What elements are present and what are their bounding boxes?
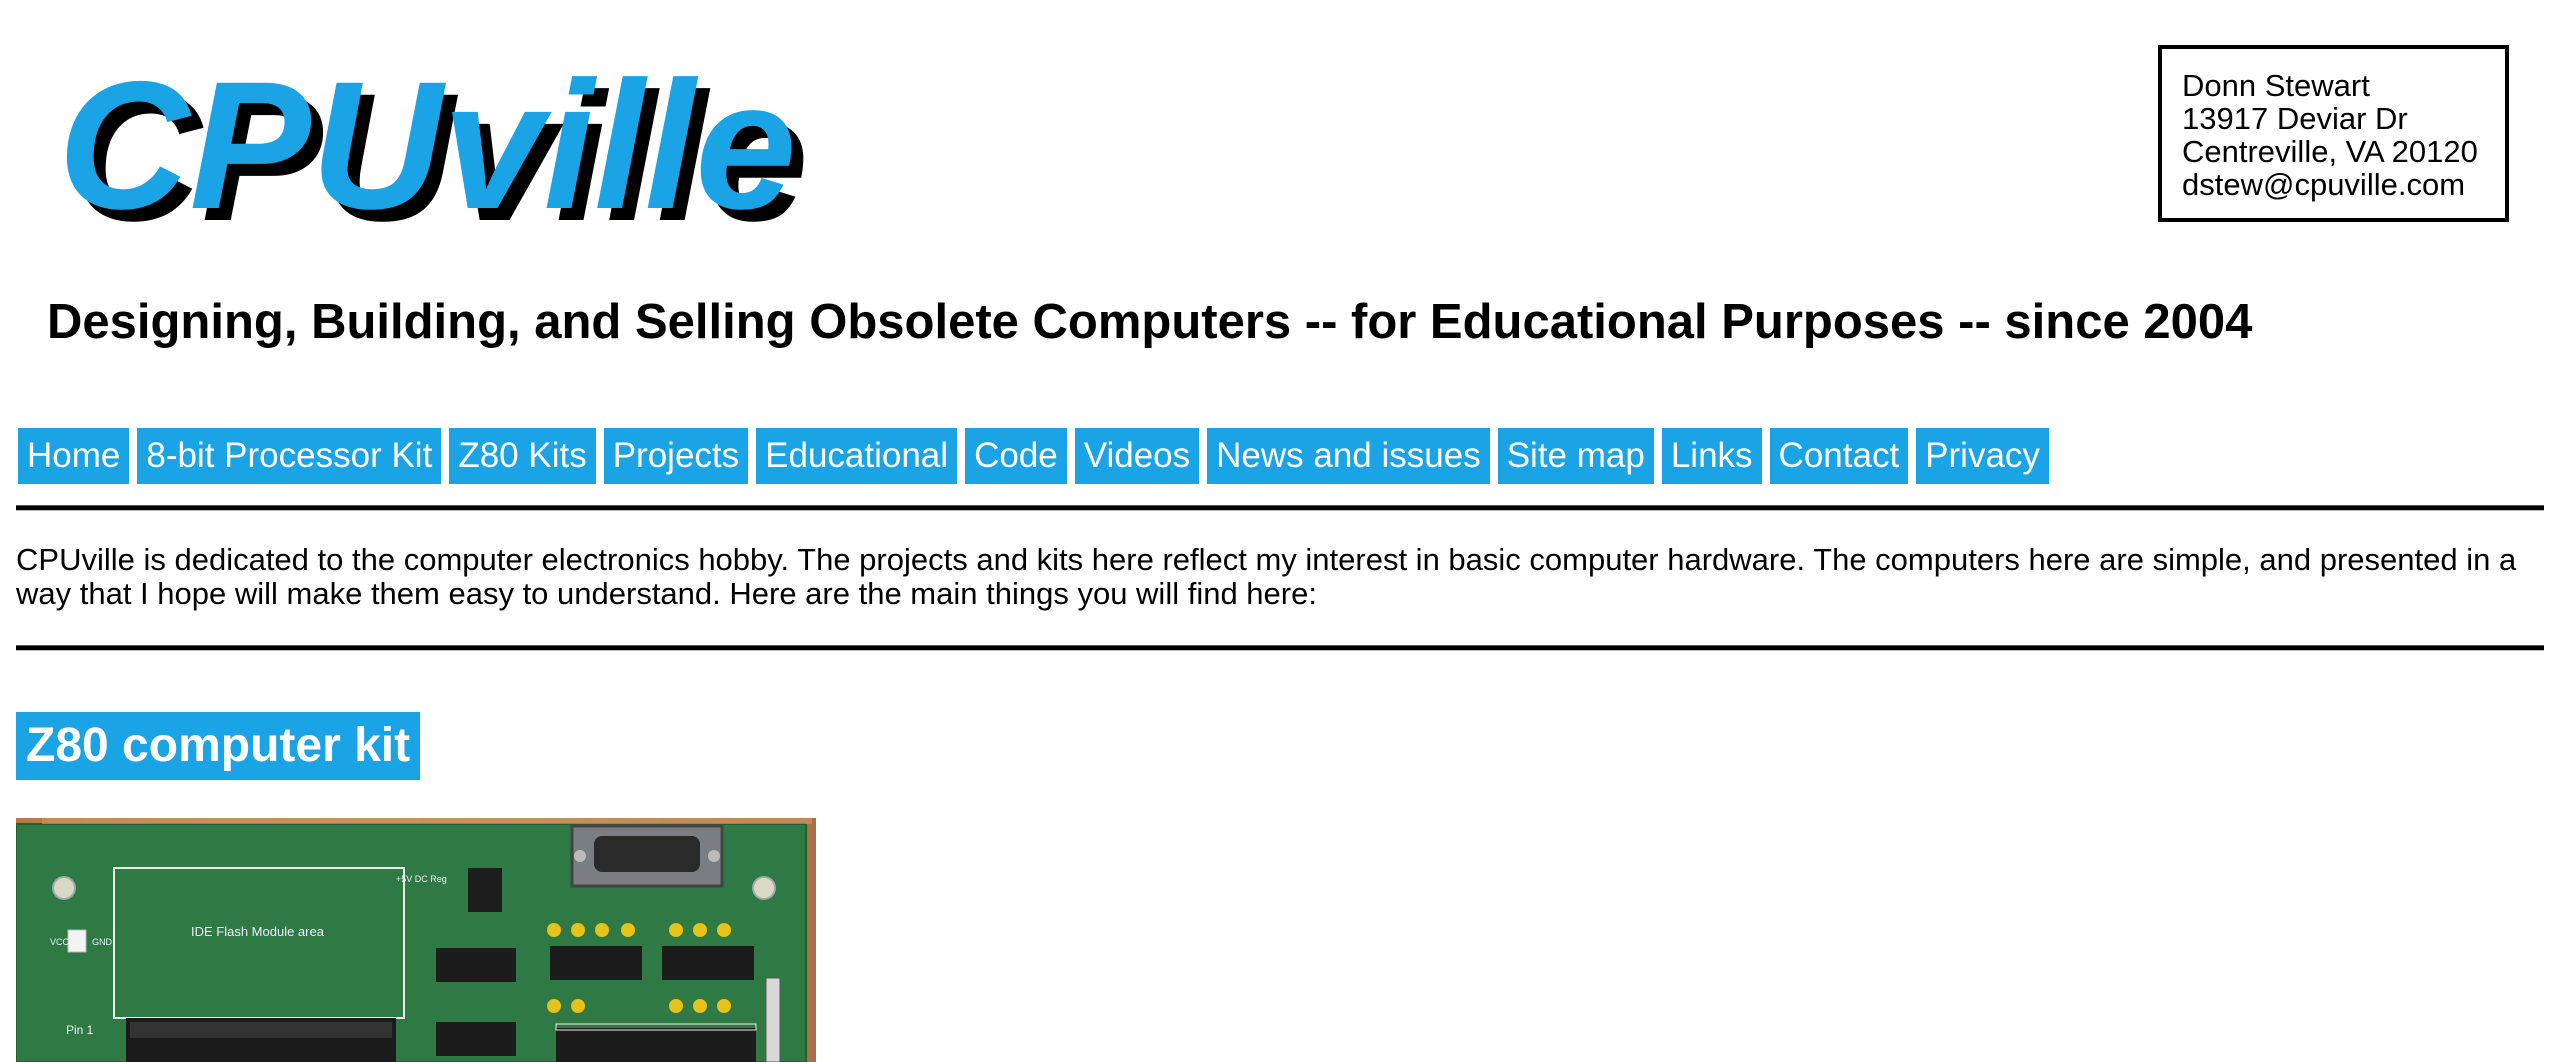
nav-educational[interactable]: Educational [756, 428, 958, 484]
page: CPUville CPUville Donn Stewart 13917 Dev… [0, 0, 2560, 1062]
nav-links[interactable]: Links [1661, 428, 1762, 484]
section-heading-z80-kit: Z80 computer kit [16, 712, 421, 780]
address-box: Donn Stewart 13917 Deviar Dr Centreville… [2158, 45, 2509, 222]
site-tagline: Designing, Building, and Selling Obsolet… [47, 295, 2253, 349]
address-street: 13917 Deviar Dr [2182, 101, 2408, 136]
nav-contact[interactable]: Contact [1769, 428, 1909, 484]
nav-videos[interactable]: Videos [1074, 428, 1200, 484]
intro-paragraph: CPUville is dedicated to the computer el… [16, 542, 2517, 611]
nav-news-and-issues[interactable]: News and issues [1207, 428, 1490, 484]
vcc-label: VCC [50, 937, 70, 947]
horizontal-rule-bottom [16, 645, 2544, 651]
pin1-label: Pin 1 [66, 1023, 94, 1037]
cpuville-logo[interactable]: CPUville CPUville [58, 62, 818, 242]
main-nav: Home 8-bit Processor Kit Z80 Kits Projec… [18, 428, 2049, 484]
nav-8bit-processor-kit[interactable]: 8-bit Processor Kit [137, 428, 442, 484]
address-city: Centreville, VA 20120 [2182, 134, 2478, 169]
nav-home[interactable]: Home [18, 428, 130, 484]
gnd-label: GND [92, 937, 113, 947]
nav-code[interactable]: Code [965, 428, 1067, 484]
dc-reg-label: +5V DC Reg [396, 874, 447, 884]
horizontal-rule-top [16, 505, 2544, 511]
nav-privacy[interactable]: Privacy [1916, 428, 2049, 484]
address-name: Donn Stewart [2182, 68, 2370, 103]
z80-board-photo[interactable]: IDE Flash Module area VCC GND Pin 1 +5V … [16, 818, 816, 1062]
nav-z80-kits[interactable]: Z80 Kits [449, 428, 596, 484]
ide-area-label: IDE Flash Module area [191, 924, 325, 939]
address-email[interactable]: dstew@cpuville.com [2182, 168, 2505, 201]
nav-site-map[interactable]: Site map [1497, 428, 1654, 484]
nav-projects[interactable]: Projects [603, 428, 749, 484]
logo-text: CPUville [58, 62, 796, 242]
